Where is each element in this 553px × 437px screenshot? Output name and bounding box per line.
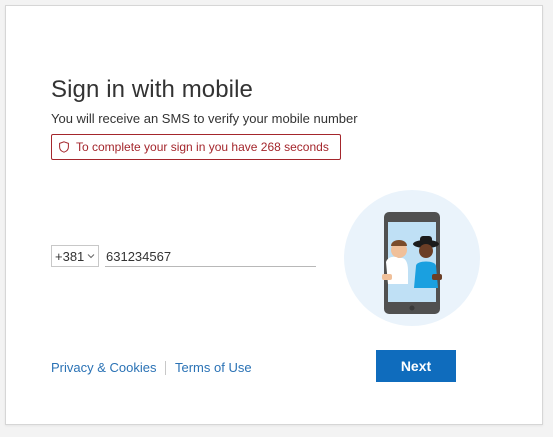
- country-code-select[interactable]: +381: [51, 245, 99, 267]
- chevron-down-icon: [87, 253, 95, 259]
- terms-of-use-link[interactable]: Terms of Use: [175, 360, 252, 375]
- privacy-cookies-link[interactable]: Privacy & Cookies: [51, 360, 156, 375]
- sign-in-card: Sign in with mobile You will receive an …: [5, 5, 543, 425]
- alert-message: To complete your sign in you have 268 se…: [76, 140, 329, 154]
- shield-icon: [58, 141, 70, 153]
- page-subtitle: You will receive an SMS to verify your m…: [51, 111, 358, 126]
- page-title: Sign in with mobile: [51, 76, 253, 103]
- next-button[interactable]: Next: [376, 350, 456, 382]
- timeout-alert: To complete your sign in you have 268 se…: [51, 134, 341, 160]
- phone-illustration: [342, 188, 482, 328]
- footer-divider: [165, 361, 166, 375]
- country-code-value: +381: [55, 248, 85, 264]
- phone-number-input[interactable]: [105, 246, 316, 267]
